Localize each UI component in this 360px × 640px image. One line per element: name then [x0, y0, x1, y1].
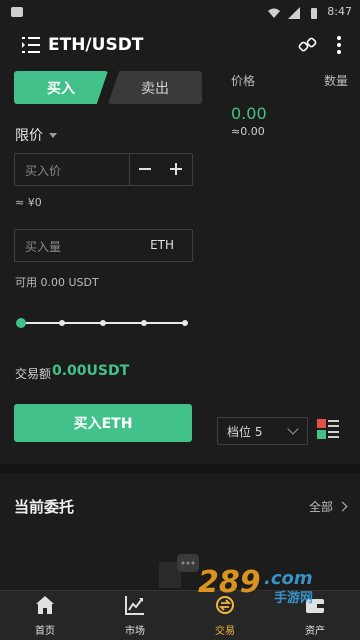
home-icon — [36, 596, 54, 614]
nav-trade-label: 交易 — [215, 626, 235, 637]
available-balance: 可用 0.00 USDT — [15, 276, 99, 289]
order-type-label: 限价 — [15, 128, 43, 144]
divider — [129, 154, 130, 185]
trade-icon — [216, 596, 234, 614]
minus-icon[interactable] — [139, 168, 151, 170]
chevron-right-icon — [337, 501, 348, 512]
clock: 8:47 — [327, 5, 352, 18]
order-type-dropdown[interactable]: 限价 — [15, 125, 57, 145]
orderbook-qty-header: 数量 — [323, 74, 348, 88]
top-bar: ETH/USDT — [0, 30, 360, 60]
nav-assets[interactable]: 资产 — [270, 591, 360, 640]
signal-icon — [287, 7, 300, 19]
last-price-approx: ≈0.00 — [231, 125, 265, 138]
tab-buy[interactable]: 买入 — [14, 71, 108, 104]
all-orders-label: 全部 — [308, 500, 333, 514]
slider-stop-75[interactable] — [141, 320, 147, 326]
depth-label: 档位 5 — [227, 425, 263, 439]
price-input-group: 买入价 — [14, 153, 193, 186]
amount-value: 0.00USDT — [52, 363, 130, 379]
wifi-icon — [267, 8, 280, 18]
svg-text:.com: .com — [264, 568, 313, 589]
wallet-icon — [306, 599, 324, 613]
nav-trade[interactable]: 交易 — [180, 591, 270, 640]
battery-icon — [311, 8, 317, 19]
market-chart-icon — [125, 596, 144, 615]
more-icon[interactable] — [336, 34, 342, 56]
depth-select[interactable]: 档位 5 — [217, 417, 308, 445]
slider-handle[interactable] — [16, 318, 26, 328]
quantity-input[interactable]: 买入量 — [25, 238, 61, 255]
amount-label: 交易额 — [15, 367, 52, 381]
orderbook-layout-icon[interactable] — [316, 418, 340, 440]
price-input[interactable]: 买入价 — [25, 162, 61, 179]
nav-market-label: 市场 — [125, 626, 145, 637]
slider-stop-100[interactable] — [182, 320, 188, 326]
open-orders-title: 当前委托 — [14, 498, 75, 516]
nav-market[interactable]: 市场 — [90, 591, 180, 640]
buy-eth-button[interactable]: 买入ETH — [14, 404, 192, 442]
last-price[interactable]: 0.00 — [231, 104, 267, 123]
status-bar: 8:47 — [0, 0, 360, 24]
all-orders-link[interactable]: 全部 — [308, 498, 348, 515]
nav-home-label: 首页 — [35, 626, 55, 637]
quantity-input-group: 买入量 ETH — [14, 229, 193, 262]
caret-down-icon — [49, 132, 57, 138]
link-icon[interactable] — [298, 36, 318, 54]
status-icons — [265, 4, 320, 23]
chevron-down-icon — [287, 423, 299, 435]
quantity-unit: ETH — [150, 238, 174, 252]
price-approx: ≈ ¥0 — [15, 196, 42, 209]
bottom-nav: 首页 市场 交易 资产 — [0, 590, 360, 640]
nav-home[interactable]: 首页 — [0, 591, 90, 640]
plus-icon-vertical[interactable] — [175, 163, 177, 175]
notification-icon — [10, 4, 24, 23]
menu-icon[interactable] — [22, 37, 40, 53]
slider-stop-50[interactable] — [100, 320, 106, 326]
nav-assets-label: 资产 — [305, 626, 325, 637]
percent-slider[interactable] — [16, 317, 188, 329]
pair-title[interactable]: ETH/USDT — [48, 35, 143, 55]
empty-state-icon — [159, 554, 199, 588]
tab-sell[interactable]: 卖出 — [108, 71, 202, 104]
slider-stop-25[interactable] — [59, 320, 65, 326]
orderbook-price-header: 价格 — [231, 74, 256, 88]
section-separator — [0, 464, 360, 473]
